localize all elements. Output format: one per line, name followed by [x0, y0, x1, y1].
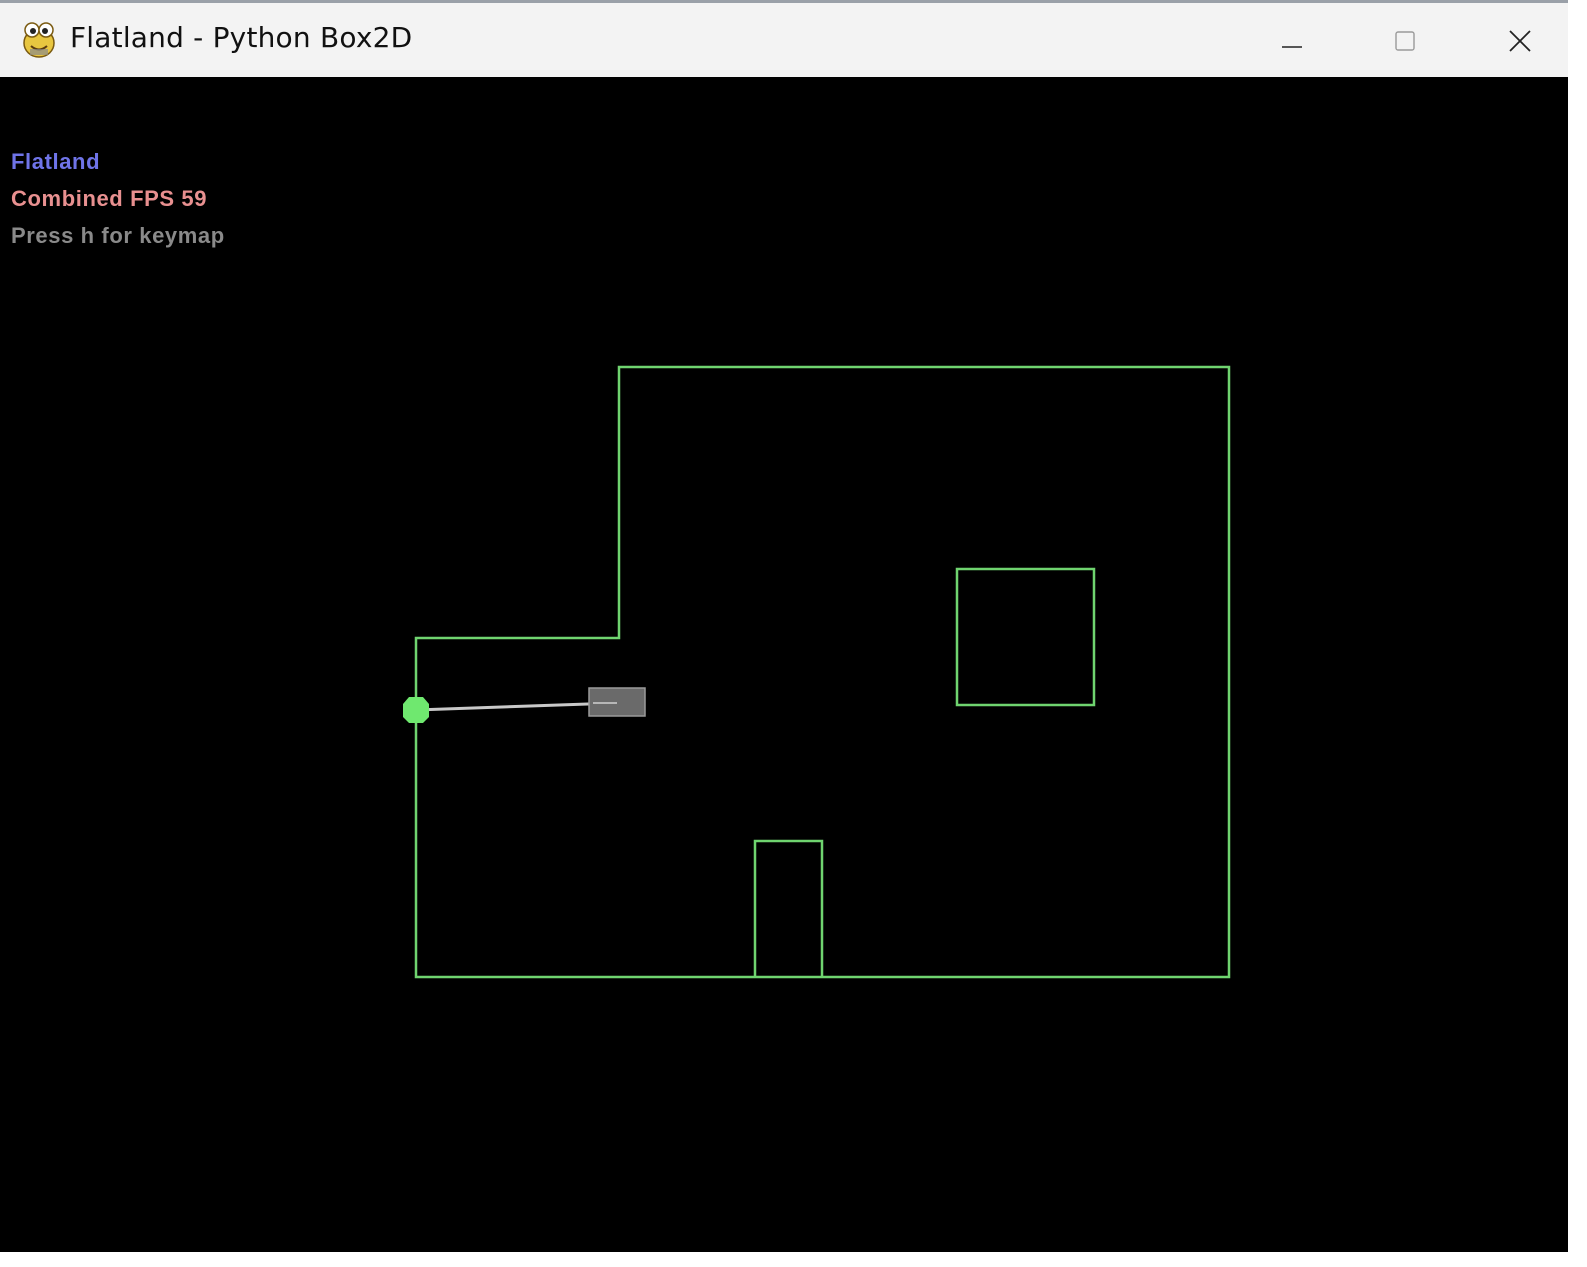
title-bar[interactable]: Flatland - Python Box2D: [0, 0, 1568, 77]
square-obstacle: [955, 567, 1096, 707]
simulation-canvas[interactable]: Flatland Combined FPS 59 Press h for key…: [0, 77, 1568, 1252]
app-window: Flatland - Python Box2D Flatland Combine…: [0, 0, 1568, 1252]
close-button[interactable]: [1475, 13, 1565, 68]
maximize-icon: [1395, 30, 1415, 51]
agent-node: [403, 697, 429, 723]
window-title: Flatland - Python Box2D: [70, 21, 413, 54]
flatland-scene: [403, 365, 1231, 979]
minimize-icon: [1282, 45, 1302, 48]
pygame-snake-icon: [23, 22, 55, 58]
maximize-button[interactable]: [1360, 13, 1450, 68]
vehicle-body: [588, 687, 646, 717]
doorway-obstacle: [753, 839, 824, 977]
close-icon: [1509, 29, 1531, 52]
tether-line: [415, 701, 618, 712]
minimize-button[interactable]: [1247, 13, 1337, 68]
